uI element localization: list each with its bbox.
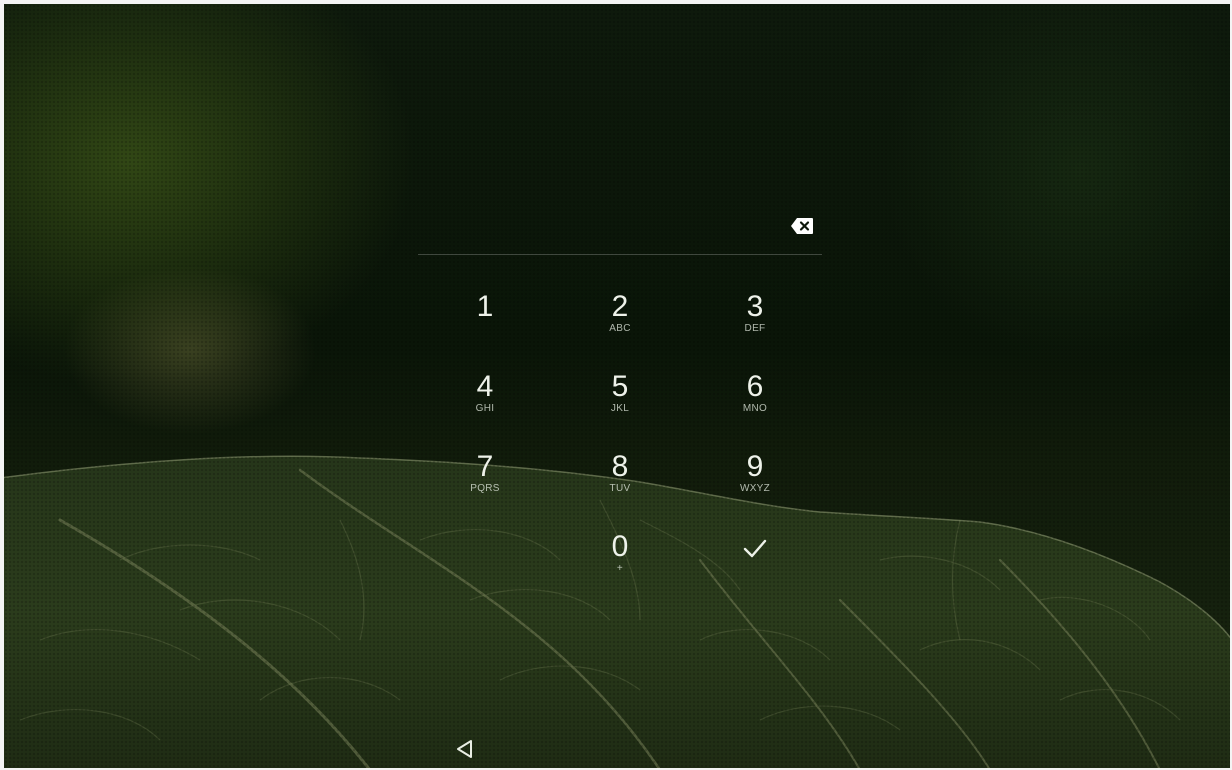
key-letters: WXYZ — [739, 483, 771, 494]
key-5[interactable]: 5 JKL — [570, 371, 670, 441]
numeric-keypad: 1 2 ABC 3 DEF 4 GHI 5 JKL 6 MNO 7 PQRS 8 — [0, 0, 1232, 770]
key-digit: 8 — [611, 450, 629, 483]
key-letters: MNO — [742, 403, 768, 414]
key-digit: 7 — [476, 450, 494, 483]
key-0[interactable]: 0 + — [570, 531, 670, 601]
key-2[interactable]: 2 ABC — [570, 291, 670, 361]
key-letters: PQRS — [470, 483, 500, 494]
key-letters: TUV — [609, 483, 631, 494]
key-digit: 4 — [476, 370, 494, 403]
key-7[interactable]: 7 PQRS — [435, 451, 535, 521]
key-letters: ABC — [609, 323, 631, 334]
key-letters: GHI — [475, 403, 495, 414]
key-6[interactable]: 6 MNO — [705, 371, 805, 441]
key-8[interactable]: 8 TUV — [570, 451, 670, 521]
key-letters: + — [616, 563, 624, 574]
key-letters: DEF — [744, 323, 766, 334]
back-triangle-icon[interactable] — [454, 738, 476, 760]
key-4[interactable]: 4 GHI — [435, 371, 535, 441]
key-3[interactable]: 3 DEF — [705, 291, 805, 361]
lock-screen: 1 2 ABC 3 DEF 4 GHI 5 JKL 6 MNO 7 PQRS 8 — [0, 0, 1232, 770]
key-digit: 0 — [611, 530, 629, 563]
key-1[interactable]: 1 — [435, 291, 535, 361]
key-digit: 5 — [611, 370, 629, 403]
checkmark-icon[interactable] — [735, 528, 775, 568]
key-9[interactable]: 9 WXYZ — [705, 451, 805, 521]
key-digit: 3 — [746, 290, 764, 323]
key-letters: JKL — [610, 403, 630, 414]
key-digit: 9 — [746, 450, 764, 483]
key-digit: 6 — [746, 370, 764, 403]
key-digit: 1 — [476, 290, 494, 323]
key-digit: 2 — [611, 290, 629, 323]
